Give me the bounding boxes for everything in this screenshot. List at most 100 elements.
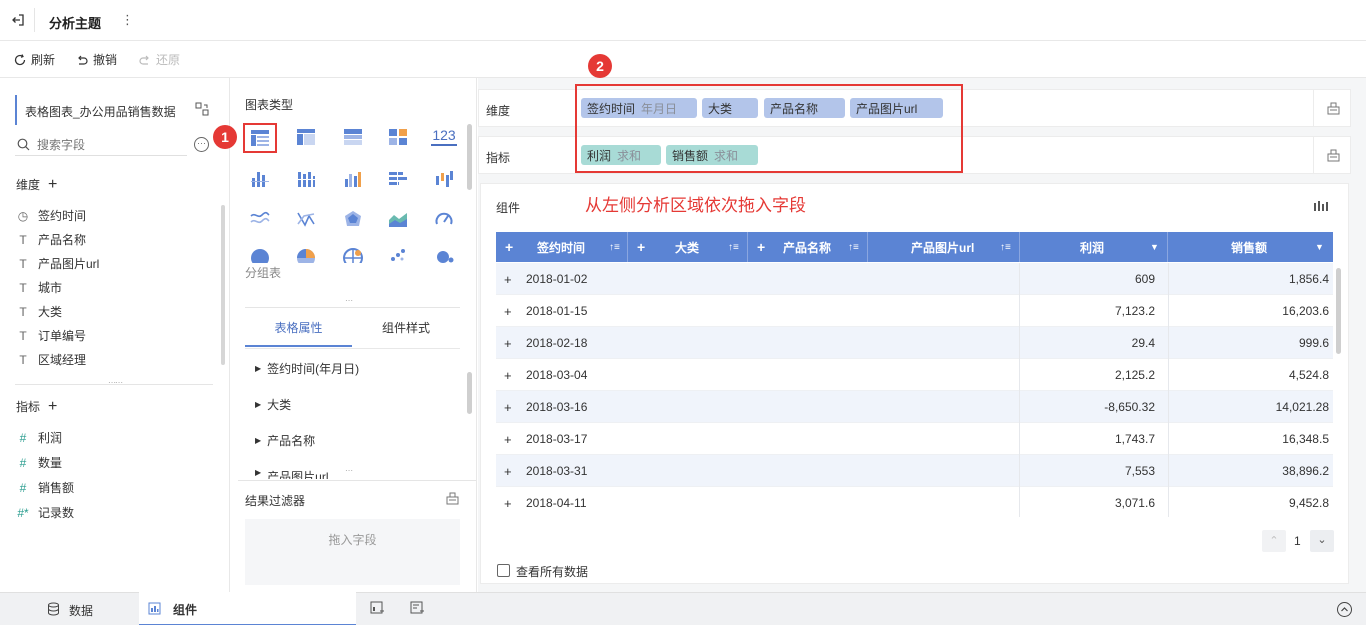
property-item[interactable]: ▶ 产品图片url [255, 468, 329, 479]
table-row[interactable]: + 2018-02-18 29.4 999.6 [496, 327, 1333, 359]
field-options-icon[interactable]: ··· [194, 137, 209, 152]
dropdown-icon[interactable]: ▼ [1150, 242, 1159, 252]
add-component-icon[interactable] [410, 601, 425, 616]
add-metric-icon[interactable]: + [48, 398, 57, 414]
metric-item[interactable]: # 数量 [16, 454, 62, 471]
dimension-item[interactable]: T 订单编号 [16, 327, 86, 344]
tab-component-style[interactable]: 组件样式 [352, 310, 460, 347]
tab-data[interactable]: 数据 [0, 593, 138, 625]
chart-settings-icon[interactable] [1313, 199, 1329, 213]
table-row[interactable]: + 2018-03-04 2,125.2 4,524.8 [496, 359, 1333, 391]
chart-types-scrollbar[interactable] [467, 124, 472, 190]
expand-row-icon[interactable]: + [504, 423, 512, 455]
dimension-item[interactable]: ◷ 签约时间 [16, 207, 86, 224]
column-chart-icon[interactable] [247, 168, 273, 190]
bar-chart-icon[interactable] [385, 168, 411, 190]
dataset-selector[interactable]: 表格图表_办公用品销售数据 [15, 95, 215, 125]
table-row[interactable]: + 2018-03-31 7,553 38,896.2 [496, 455, 1333, 487]
table-row[interactable]: + 2018-04-11 3,071.6 9,452.8 [496, 487, 1333, 517]
add-dimension-icon[interactable]: + [48, 176, 57, 192]
column-header[interactable]: + 大类 ↑≡ [628, 232, 748, 262]
multi-column-chart-icon[interactable] [340, 168, 366, 190]
cross-line-chart-icon[interactable] [293, 208, 319, 230]
filter-clear-icon[interactable] [445, 491, 460, 506]
search-input[interactable] [37, 136, 182, 153]
resize-handle[interactable]: ⋯ [345, 466, 353, 475]
expand-row-icon[interactable]: + [504, 391, 512, 423]
field-search[interactable] [15, 134, 187, 156]
detail-table-chart-icon[interactable] [243, 123, 277, 153]
expand-row-icon[interactable]: + [504, 263, 512, 295]
multi-pie-chart-icon[interactable] [293, 245, 319, 263]
clear-dimensions-icon[interactable] [1326, 101, 1341, 116]
resize-handle[interactable]: ⋯ [345, 296, 353, 305]
table-row[interactable]: + 2018-03-17 1,743.7 16,348.5 [496, 423, 1333, 455]
dimension-scrollbar[interactable] [221, 205, 225, 365]
sort-icon[interactable]: ↑≡ [728, 242, 739, 253]
dimension-item[interactable]: T 城市 [16, 279, 62, 296]
table-row[interactable]: + 2018-01-02 609 1,856.4 [496, 263, 1333, 295]
group-table-chart-icon[interactable] [340, 126, 366, 148]
dimension-item[interactable]: T 产品图片url [16, 255, 99, 272]
number-chart-icon[interactable]: 123 [431, 126, 457, 146]
view-all-data-checkbox[interactable] [497, 564, 510, 577]
add-dashboard-icon[interactable] [370, 601, 385, 616]
redo-button[interactable]: 还原 [138, 51, 180, 68]
property-item[interactable]: ▶ 大类 [255, 396, 291, 413]
stacked-column-chart-icon[interactable] [293, 168, 319, 190]
dropdown-icon[interactable]: ▼ [1315, 242, 1324, 252]
column-header[interactable]: 产品图片url ↑≡ [868, 232, 1020, 262]
table-row[interactable]: + 2018-03-16 -8,650.32 14,021.28 [496, 391, 1333, 423]
dimension-item[interactable]: T 区域经理 [16, 351, 86, 368]
next-page-button[interactable]: ⌄ [1310, 530, 1334, 552]
scatter-chart-icon[interactable] [385, 245, 411, 263]
exit-icon[interactable] [10, 12, 26, 28]
undo-button[interactable]: 撤销 [75, 51, 117, 68]
switch-dataset-icon[interactable] [195, 102, 209, 116]
expand-row-icon[interactable]: + [504, 455, 512, 487]
metric-item[interactable]: #* 记录数 [16, 504, 74, 521]
collapse-up-icon[interactable] [1337, 602, 1352, 617]
pie-chart-icon[interactable] [247, 245, 273, 263]
dimension-item[interactable]: T 产品名称 [16, 231, 86, 248]
clear-metrics-icon[interactable] [1326, 148, 1341, 163]
refresh-button[interactable]: 刷新 [13, 51, 55, 68]
resize-handle[interactable]: ⋯⋯ [108, 378, 123, 387]
table-row[interactable]: + 2018-01-15 7,123.2 16,203.6 [496, 295, 1333, 327]
map-chart-icon[interactable] [340, 245, 366, 263]
more-icon[interactable]: ⋮ [121, 12, 134, 28]
dimension-item[interactable]: T 大类 [16, 303, 62, 320]
bubble-chart-icon[interactable] [431, 245, 457, 263]
range-chart-icon[interactable] [431, 168, 457, 190]
column-header[interactable]: + 产品名称 ↑≡ [748, 232, 868, 262]
sort-icon[interactable]: ↑≡ [1000, 242, 1011, 253]
table-scrollbar[interactable] [1336, 268, 1341, 354]
prev-page-button[interactable]: ⌃ [1262, 530, 1286, 552]
sort-icon[interactable]: ↑≡ [848, 242, 859, 253]
property-item[interactable]: ▶ 产品名称 [255, 432, 315, 449]
gauge-chart-icon[interactable] [431, 208, 457, 230]
expand-row-icon[interactable]: + [504, 295, 512, 327]
property-item[interactable]: ▶ 签约时间(年月日) [255, 360, 359, 377]
expand-row-icon[interactable]: + [504, 359, 512, 391]
column-header[interactable]: + 签约时间 ↑≡ [496, 232, 628, 262]
properties-scrollbar[interactable] [467, 372, 472, 414]
expand-row-icon[interactable]: + [504, 487, 512, 517]
metric-item[interactable]: # 销售额 [16, 479, 74, 496]
metric-item[interactable]: # 利润 [16, 429, 62, 446]
expand-all-icon[interactable]: + [637, 239, 645, 255]
cross-table-chart-icon[interactable] [293, 126, 319, 148]
filter-drop-zone[interactable]: 拖入字段 [245, 519, 460, 585]
column-header[interactable]: 利润 ▼ [1020, 232, 1168, 262]
radar-chart-icon[interactable] [340, 208, 366, 230]
column-header[interactable]: 销售额 ▼ [1168, 232, 1333, 262]
tab-component[interactable]: 组件 [139, 592, 356, 625]
area-chart-icon[interactable] [385, 208, 411, 230]
kpi-card-chart-icon[interactable] [385, 126, 411, 148]
expand-row-icon[interactable]: + [504, 327, 512, 359]
line-chart-icon[interactable] [247, 208, 273, 230]
tab-table-properties[interactable]: 表格属性 [245, 310, 352, 347]
expand-all-icon[interactable]: + [505, 239, 513, 255]
sort-icon[interactable]: ↑≡ [609, 242, 620, 253]
expand-all-icon[interactable]: + [757, 239, 765, 255]
